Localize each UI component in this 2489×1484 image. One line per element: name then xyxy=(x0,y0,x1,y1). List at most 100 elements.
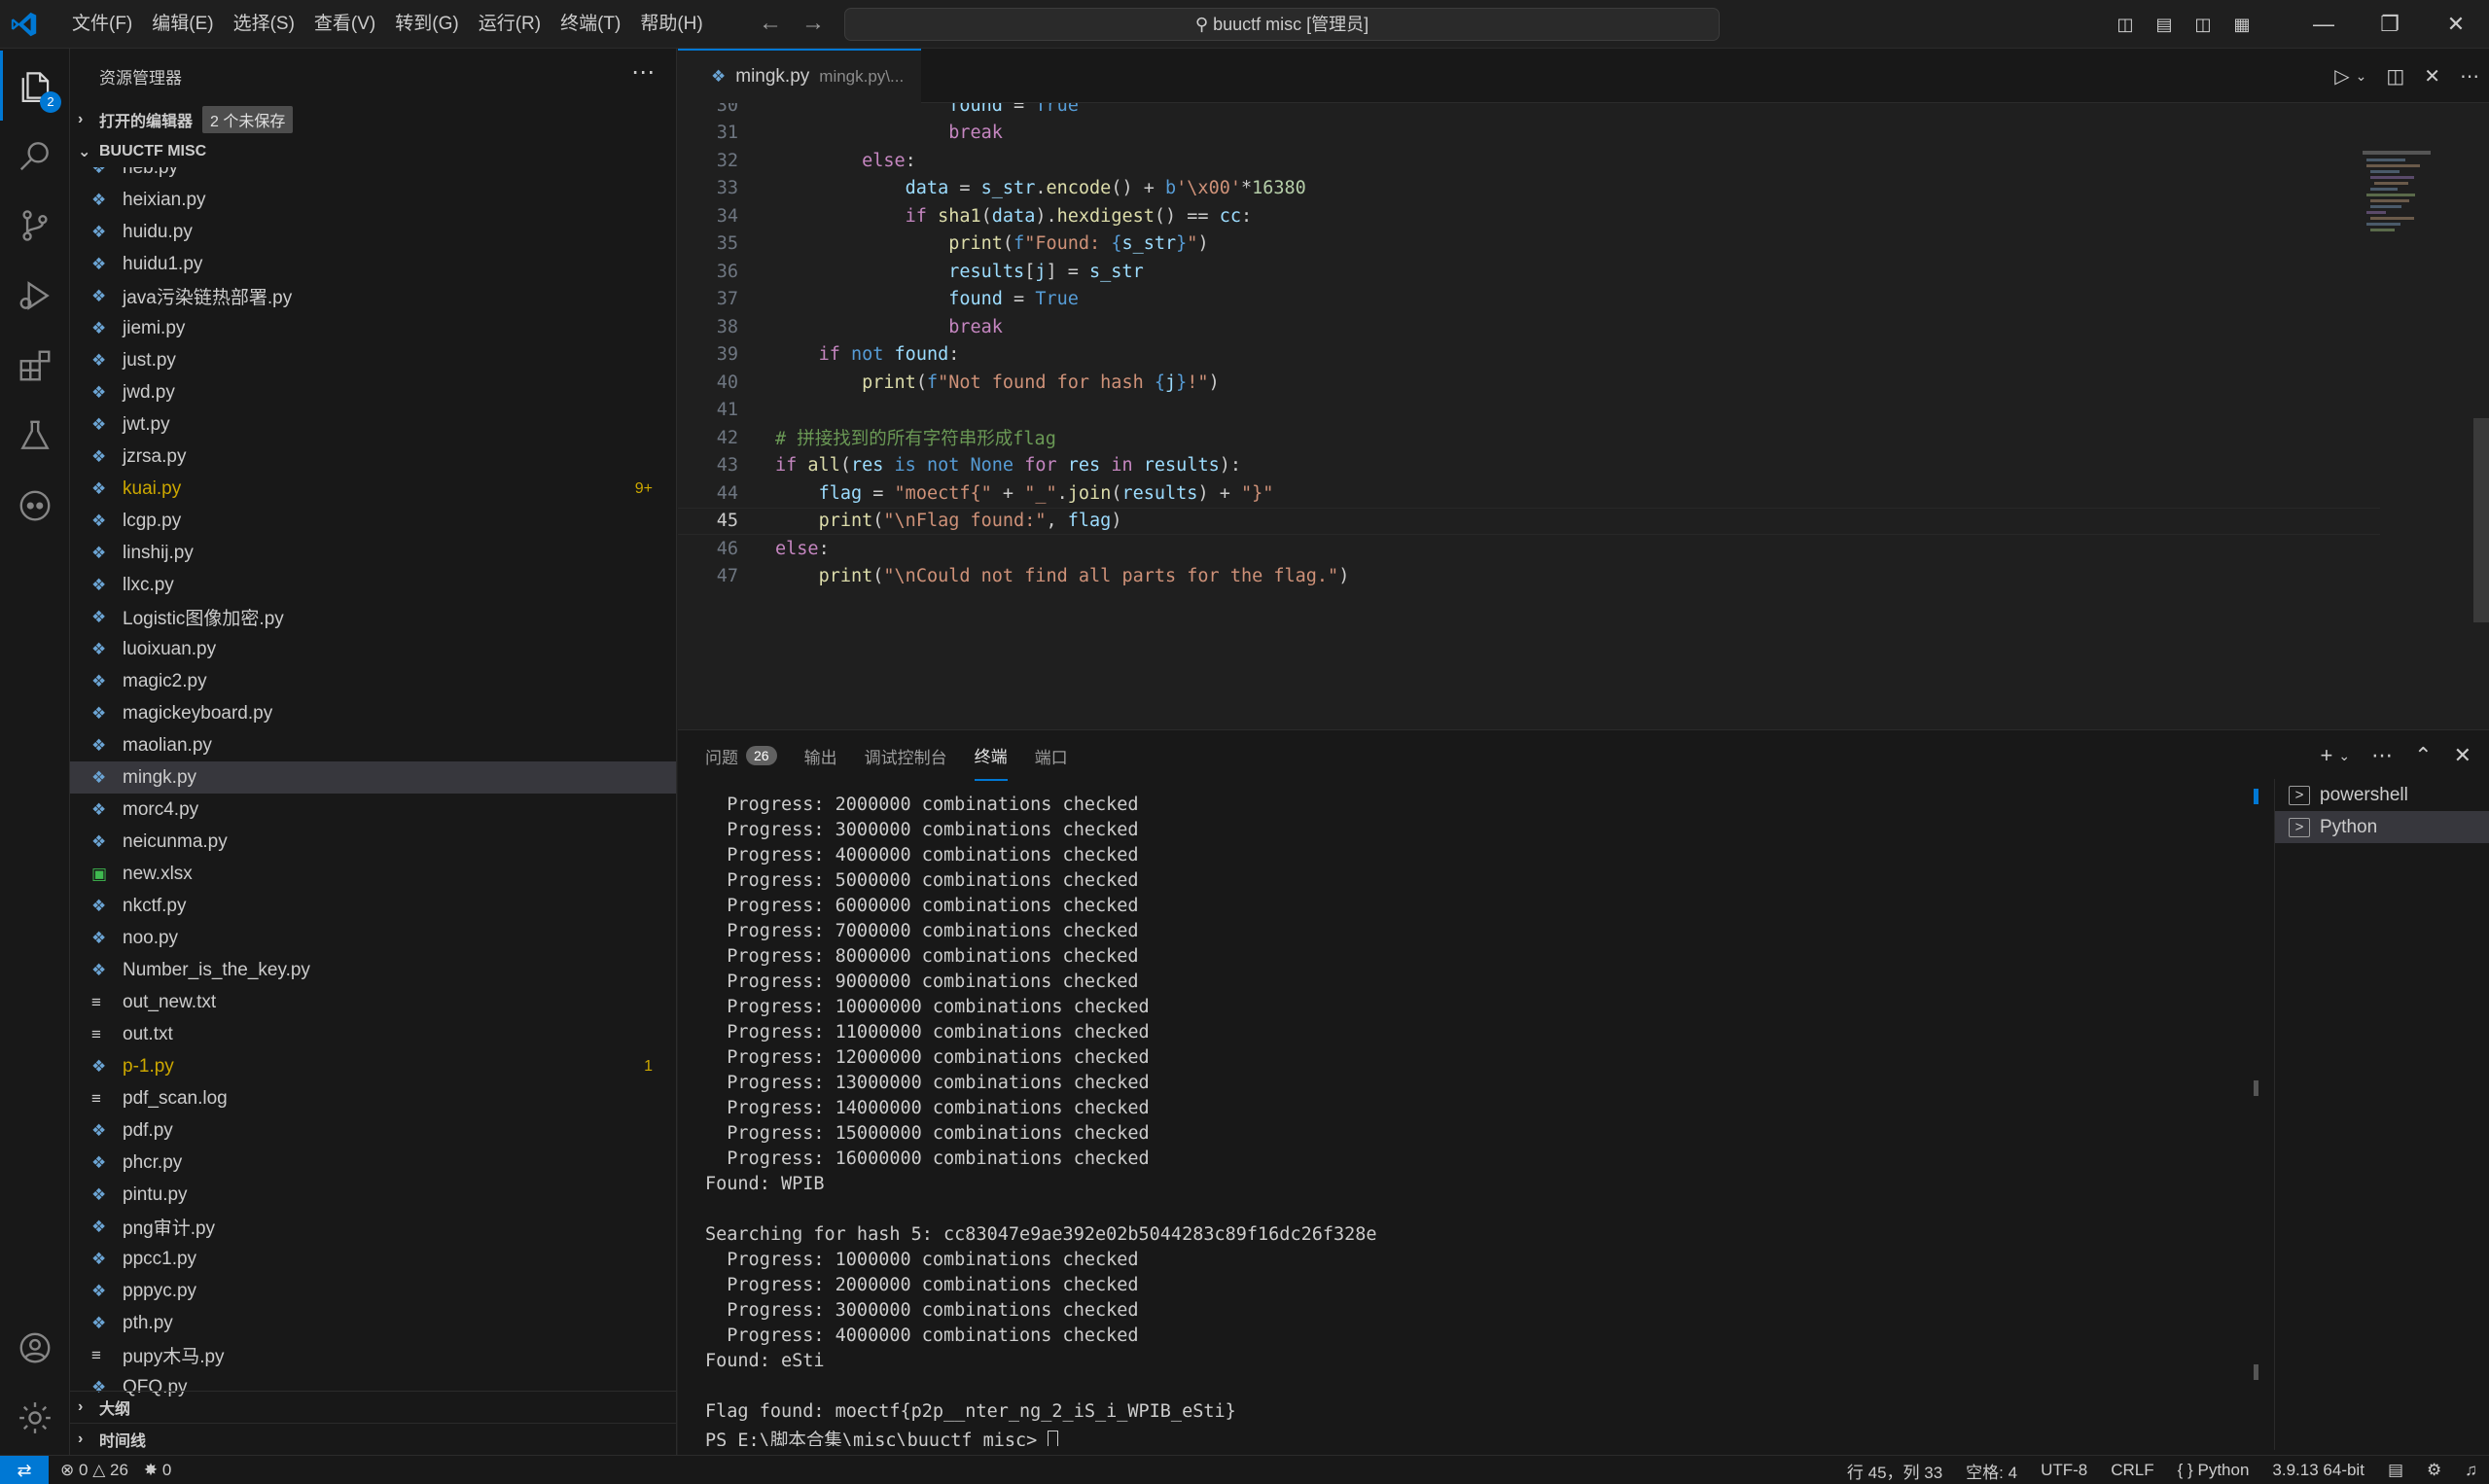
file-item[interactable]: ❖ lcgp.py xyxy=(70,505,676,537)
copilot-icon[interactable] xyxy=(0,471,70,541)
run-debug-icon[interactable] xyxy=(0,261,70,331)
file-item[interactable]: ❖ magickeyboard.py xyxy=(70,697,676,729)
language-mode[interactable]: { } Python xyxy=(2178,1461,2250,1480)
run-dropdown-icon[interactable]: ⌄ xyxy=(2356,68,2367,85)
file-item[interactable]: ❖ huidu.py xyxy=(70,216,676,248)
end-of-line[interactable]: CRLF xyxy=(2111,1461,2153,1480)
panel-more-actions-icon[interactable]: ⋯ xyxy=(2371,743,2393,768)
file-item[interactable]: ❖ nkctf.py xyxy=(70,890,676,922)
toggle-primary-sidebar-icon[interactable]: ◫ xyxy=(2106,15,2145,35)
file-item[interactable]: ❖ magic2.py xyxy=(70,665,676,697)
terminal-dropdown-icon[interactable]: ⌄ xyxy=(2338,748,2350,764)
close-editor-icon[interactable]: ✕ xyxy=(2424,64,2440,88)
file-item[interactable]: ❖ morc4.py xyxy=(70,794,676,826)
panel-tab[interactable]: 输出 xyxy=(804,730,837,781)
notebook-icon[interactable]: ▤ xyxy=(2388,1461,2403,1480)
python-interpreter[interactable]: 3.9.13 64-bit xyxy=(2272,1461,2365,1480)
editor-scrollbar[interactable] xyxy=(2473,418,2489,622)
terminal-instance[interactable]: > Python xyxy=(2275,811,2489,843)
maximize-panel-icon[interactable]: ⌃ xyxy=(2414,743,2432,768)
close-window-icon[interactable]: ✕ xyxy=(2423,12,2489,37)
panel-tab[interactable]: 问题 26 xyxy=(705,730,777,781)
file-item[interactable]: ❖ pppyc.py xyxy=(70,1275,676,1307)
file-item[interactable]: ❖ jwt.py xyxy=(70,408,676,441)
search-view-icon[interactable] xyxy=(0,121,70,191)
file-item[interactable]: ❖ linshij.py xyxy=(70,537,676,569)
testing-flask-icon[interactable] xyxy=(0,401,70,471)
toggle-panel-icon[interactable]: ▤ xyxy=(2145,15,2184,35)
file-item[interactable]: ❖ llxc.py xyxy=(70,569,676,601)
file-item[interactable]: ❖ just.py xyxy=(70,344,676,376)
file-item[interactable]: ❖ huidu1.py xyxy=(70,248,676,280)
file-item[interactable]: ❖ p-1.py 1 xyxy=(70,1050,676,1082)
minimize-window-icon[interactable]: — xyxy=(2291,12,2357,37)
copilot-status-icon[interactable]: ⚙ xyxy=(2427,1461,2441,1480)
extensions-icon[interactable] xyxy=(0,331,70,401)
file-item[interactable]: ❖ maolian.py xyxy=(70,729,676,761)
file-item[interactable]: ❖ jzrsa.py xyxy=(70,441,676,473)
panel-tab[interactable]: 调试控制台 xyxy=(865,730,947,781)
outline-section[interactable]: › 大纲 xyxy=(70,1391,677,1423)
file-item[interactable]: ≡ out_new.txt xyxy=(70,986,676,1018)
file-item[interactable]: ❖ ppcc1.py xyxy=(70,1243,676,1275)
file-item[interactable]: ❖ pintu.py xyxy=(70,1179,676,1211)
ports-indicator[interactable]: ✸ 0 xyxy=(144,1461,171,1480)
minimap[interactable] xyxy=(2363,151,2431,248)
file-item[interactable]: ❖ heb.py xyxy=(70,167,676,184)
tab-mingk-py[interactable]: ❖ mingk.py mingk.py\... xyxy=(678,49,921,103)
file-item[interactable]: ❖ phcr.py xyxy=(70,1147,676,1179)
command-center-search[interactable]: ⚲ buuctf misc [管理员] xyxy=(844,8,1720,41)
file-item[interactable]: ❖ pth.py xyxy=(70,1307,676,1339)
encoding[interactable]: UTF-8 xyxy=(2041,1461,2087,1480)
file-item[interactable]: ❖ png审计.py xyxy=(70,1211,676,1243)
forward-arrow-icon[interactable]: → xyxy=(801,10,825,37)
close-panel-icon[interactable]: ✕ xyxy=(2454,743,2471,768)
file-item[interactable]: ❖ noo.py xyxy=(70,922,676,954)
panel-tab[interactable]: 端口 xyxy=(1035,730,1068,781)
file-item[interactable]: ❖ jiemi.py xyxy=(70,312,676,344)
file-item[interactable]: ≡ pdf_scan.log xyxy=(70,1082,676,1114)
problems-indicator[interactable]: ⊗ 0 △ 26 xyxy=(60,1461,128,1480)
run-python-file-icon[interactable]: ▷ xyxy=(2334,64,2349,88)
file-item[interactable]: ❖ mingk.py xyxy=(70,761,676,794)
new-terminal-icon[interactable]: + xyxy=(2321,743,2333,768)
notifications-bell-icon[interactable]: ♫ xyxy=(2465,1461,2477,1480)
file-item[interactable]: ❖ neicunma.py xyxy=(70,826,676,858)
menu-item[interactable]: 转到(G) xyxy=(385,8,468,41)
file-item[interactable]: ❖ Number_is_the_key.py xyxy=(70,954,676,986)
menu-item[interactable]: 终端(T) xyxy=(551,8,630,41)
file-item[interactable]: ≡ out.txt xyxy=(70,1018,676,1050)
menu-item[interactable]: 帮助(H) xyxy=(630,8,712,41)
settings-gear-icon[interactable] xyxy=(0,1383,70,1453)
explorer-icon[interactable]: 2 xyxy=(0,51,70,121)
more-actions-icon[interactable]: ⋯ xyxy=(631,58,655,87)
file-item[interactable]: ❖ pdf.py xyxy=(70,1114,676,1147)
accounts-icon[interactable] xyxy=(0,1313,70,1383)
toggle-secondary-sidebar-icon[interactable]: ◫ xyxy=(2184,15,2222,35)
terminal-instance[interactable]: > powershell xyxy=(2275,779,2489,811)
timeline-section[interactable]: › 时间线 xyxy=(70,1423,677,1455)
remote-indicator-icon[interactable]: ⇄ xyxy=(0,1456,49,1484)
menu-item[interactable]: 文件(F) xyxy=(62,8,142,41)
back-arrow-icon[interactable]: ← xyxy=(759,10,782,37)
editor-more-actions-icon[interactable]: ⋯ xyxy=(2460,64,2479,88)
file-item[interactable]: ❖ jwd.py xyxy=(70,376,676,408)
split-editor-icon[interactable]: ◫ xyxy=(2386,64,2404,88)
file-item[interactable]: ≡ pupy木马.py xyxy=(70,1339,676,1371)
panel-tab[interactable]: 终端 xyxy=(974,730,1008,781)
menu-item[interactable]: 选择(S) xyxy=(224,8,304,41)
restore-window-icon[interactable]: ❐ xyxy=(2357,12,2423,37)
source-control-icon[interactable] xyxy=(0,191,70,261)
menu-item[interactable]: 查看(V) xyxy=(304,8,385,41)
terminal-output[interactable]: Progress: 2000000 combinations checked P… xyxy=(705,795,2281,1446)
folder-section[interactable]: ⌄ BUUCTF MISC xyxy=(70,135,676,167)
menu-item[interactable]: 编辑(E) xyxy=(142,8,223,41)
customize-layout-icon[interactable]: ▦ xyxy=(2222,15,2261,35)
file-item[interactable]: ❖ kuai.py 9+ xyxy=(70,473,676,505)
terminal-scrollbar[interactable] xyxy=(2254,789,2259,1382)
code-editor[interactable]: 30 found = True 31 break 32 else: 33 data =… xyxy=(678,103,2489,729)
menu-item[interactable]: 运行(R) xyxy=(469,8,551,41)
indentation[interactable]: 空格: 4 xyxy=(1966,1459,2017,1483)
file-item[interactable]: ❖ java污染链热部署.py xyxy=(70,280,676,312)
file-item[interactable]: ❖ luoixuan.py xyxy=(70,633,676,665)
